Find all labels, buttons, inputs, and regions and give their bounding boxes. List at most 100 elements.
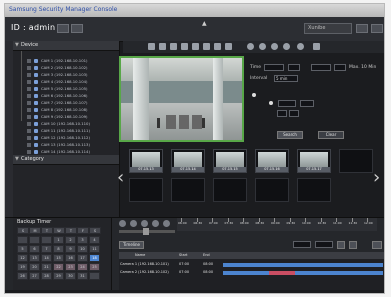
user-button[interactable] [57,24,69,33]
camera-checkbox[interactable] [27,122,31,126]
option-radio[interactable] [252,93,256,97]
option-input[interactable] [278,100,296,107]
speed-slider-knob[interactable] [143,228,149,235]
camera-checkbox[interactable] [27,101,31,105]
full-screen-icon[interactable] [283,43,290,50]
option-radio-2[interactable] [269,101,273,105]
event-track[interactable] [269,271,295,275]
camera-checkbox[interactable] [27,129,31,133]
forward-button[interactable] [163,220,170,227]
export-icon[interactable] [225,43,232,50]
calendar-day[interactable]: 19 [17,263,28,271]
collapse-caret-icon[interactable]: ▲ [202,20,207,27]
camera-row[interactable]: CAM 7 (192.168.10.107) [27,100,115,106]
layout-select[interactable]: Xunibe [304,23,352,34]
calendar-day[interactable]: 29 [53,272,64,280]
camera-checkbox[interactable] [27,66,31,70]
camera-row[interactable]: CAM 5 (192.168.10.105) [27,86,115,92]
thumbnail[interactable]: 07.15.16 [255,149,289,173]
calendar-day[interactable]: 28 [41,272,52,280]
timeline-end-input[interactable] [315,241,333,248]
calendar-day[interactable]: 11 [89,245,100,253]
calendar-day[interactable]: 27 [29,272,40,280]
calendar-day[interactable]: 4 [89,236,100,244]
empty-thumbnail[interactable] [255,178,289,202]
filter-icon[interactable] [349,241,357,249]
option-input-2[interactable] [300,100,314,107]
camera-row[interactable]: CAM 1 (192.168.10.101) [27,58,115,64]
empty-thumbnail[interactable] [213,178,247,202]
calendar-day[interactable]: 16 [65,254,76,262]
calendar-day[interactable]: 7 [41,245,52,253]
stop-button[interactable] [141,220,148,227]
calendar-day[interactable]: 2 [65,236,76,244]
camera-row[interactable]: CAM 12 (192.168.10.112) [27,135,115,141]
speed-slider[interactable] [119,228,175,235]
recording-track[interactable] [223,271,383,275]
calendar-day[interactable]: 21 [41,263,52,271]
camera-checkbox[interactable] [27,143,31,147]
calendar-day[interactable]: 1 [53,236,64,244]
calendar-day[interactable]: 14 [41,254,52,262]
print-icon[interactable] [214,43,221,50]
camera-icon[interactable] [203,43,210,50]
calendar-day[interactable]: 17 [77,254,88,262]
camera-checkbox[interactable] [27,136,31,140]
time-start-input[interactable] [264,64,284,71]
monitor-icon[interactable] [181,43,188,50]
empty-thumbnail[interactable] [129,178,163,202]
calendar-day[interactable]: 23 [65,263,76,271]
rewind-button[interactable] [119,220,126,227]
camera-checkbox[interactable] [27,108,31,112]
calendar-day[interactable]: 9 [65,245,76,253]
timeline-button[interactable]: Timeline [119,241,144,249]
camera-row[interactable]: CAM 10 (192.168.10.110) [27,121,115,127]
thumbnail-prev-arrow-icon[interactable]: ‹ [117,167,124,188]
grid-icon[interactable] [159,43,166,50]
camera-row[interactable]: CAM 8 (192.168.10.108) [27,107,115,113]
camera-checkbox[interactable] [27,115,31,119]
calendar-day[interactable]: 15 [53,254,64,262]
clear-button[interactable]: Clear [318,131,344,139]
camera-checkbox[interactable] [27,73,31,77]
thumbnail[interactable]: 07.15.14 [171,149,205,173]
camera-row[interactable]: CAM 3 (192.168.10.103) [27,72,115,78]
recording-track[interactable] [223,263,383,267]
search-icon[interactable] [148,43,155,50]
calendar-day[interactable]: 31 [77,272,88,280]
calendar-day[interactable]: 30 [65,272,76,280]
search-button[interactable]: Search [277,131,303,139]
calendar-day[interactable]: 20 [29,263,40,271]
camera-row[interactable]: CAM 9 (192.168.10.109) [27,114,115,120]
thumbnail[interactable]: 07.15.17 [297,149,331,173]
category-panel-header[interactable]: ▼ Category [13,155,119,165]
calendar-day[interactable]: 13 [29,254,40,262]
camera-row[interactable]: CAM 2 (192.168.10.102) [27,65,115,71]
calendar-day[interactable]: 26 [17,272,28,280]
calendar-icon[interactable] [192,43,199,50]
time-end-hour-input[interactable] [334,64,346,71]
selected-video-preview[interactable] [119,56,244,142]
camera-row[interactable]: CAM 11 (192.168.10.111) [27,128,115,134]
empty-thumbnail[interactable] [171,178,205,202]
calendar-day[interactable]: 10 [77,245,88,253]
thumbnail[interactable]: 07.15.15 [213,149,247,173]
calendar-day[interactable]: 22 [53,263,64,271]
calendar-day[interactable]: 24 [77,263,88,271]
camera-checkbox[interactable] [27,59,31,63]
fit-icon[interactable] [271,43,278,50]
zoom-in-icon[interactable] [247,43,254,50]
camera-checkbox[interactable] [27,150,31,154]
add-button[interactable] [71,24,83,33]
calendar-day[interactable]: 8 [53,245,64,253]
small-input-2[interactable] [289,110,299,117]
small-input[interactable] [277,110,287,117]
pin-icon[interactable] [297,43,304,50]
settings-button[interactable] [356,24,368,33]
camera-checkbox[interactable] [27,80,31,84]
calendar-day[interactable]: 12 [17,254,28,262]
thumbnail-next-arrow-icon[interactable]: › [373,167,380,188]
play-button[interactable] [152,220,159,227]
time-end-input[interactable] [311,64,331,71]
timeline-row[interactable]: Camera 1 (192.168.10.101) 07:00 08:00 [119,262,384,268]
